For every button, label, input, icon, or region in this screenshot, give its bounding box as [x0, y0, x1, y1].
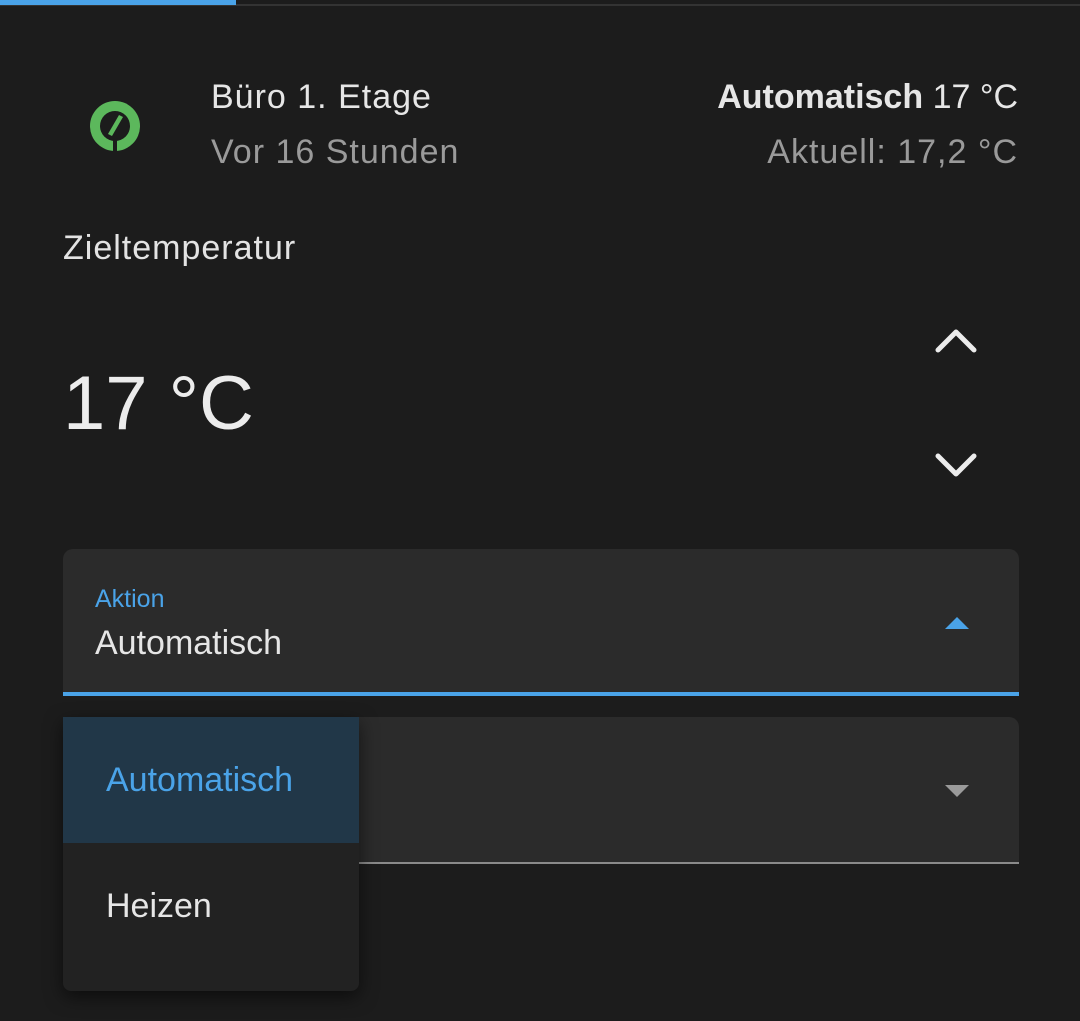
- climate-more-info-dialog: Büro 1. Etage Vor 16 Stunden Automatisch…: [0, 0, 1080, 1021]
- menu-item-heizen[interactable]: Heizen: [63, 843, 359, 969]
- select-value: Automatisch: [95, 624, 283, 662]
- entity-name: Büro 1. Etage: [211, 78, 432, 116]
- caret-down-icon: [943, 783, 971, 804]
- target-temperature-label: Zieltemperatur: [63, 229, 297, 267]
- active-tab-indicator[interactable]: [0, 0, 236, 5]
- thermostat-dial-icon: [88, 99, 142, 153]
- dropdown-menu: Automatisch Heizen: [63, 717, 359, 991]
- chevron-down-icon: [935, 453, 977, 477]
- increase-temperature-button[interactable]: [926, 312, 986, 368]
- state-summary: Automatisch 17 °C: [717, 78, 1018, 117]
- state-target-temp: 17 °C: [932, 78, 1018, 116]
- chevron-up-icon: [935, 329, 977, 353]
- current-temperature: Aktuell: 17,2 °C: [767, 133, 1018, 171]
- menu-item-automatisch[interactable]: Automatisch: [63, 717, 359, 843]
- caret-up-icon: [943, 615, 971, 636]
- last-changed: Vor 16 Stunden: [211, 133, 460, 171]
- decrease-temperature-button[interactable]: [926, 437, 986, 493]
- select-label: Aktion: [95, 585, 165, 613]
- tab-bar: [0, 0, 1080, 6]
- hvac-action-select[interactable]: Aktion Automatisch: [63, 549, 1019, 696]
- hvac-mode: Automatisch: [717, 78, 924, 116]
- target-temperature-value: 17 °C: [63, 361, 254, 446]
